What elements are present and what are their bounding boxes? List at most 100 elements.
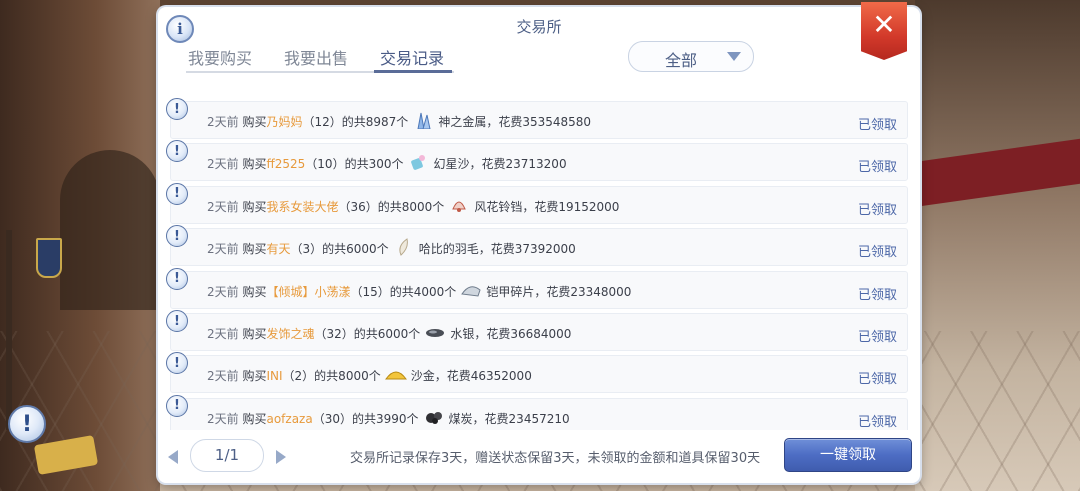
- record-cost: ，花费46352000: [434, 369, 532, 384]
- record-quantity: （3）的共6000个: [290, 242, 389, 257]
- record-status[interactable]: 已领取: [858, 326, 897, 345]
- feather-icon: [393, 237, 415, 256]
- next-page-icon[interactable]: [276, 450, 286, 464]
- record-time: 2天前: [207, 369, 239, 384]
- record-row: ! 2天前 购买我系女装大佬（36）的共8000个 风花铃铛，花费19152000 已…: [166, 182, 908, 224]
- record-row: ! 2天前 购买有天（3）的共6000个 哈比的羽毛，花费37392000 已领取: [166, 225, 908, 267]
- record-item: 风花铃铛: [474, 199, 523, 214]
- tab-buy[interactable]: 我要购买: [188, 45, 252, 69]
- record-seller: 发饰之魂: [266, 327, 315, 341]
- record-action: 购买: [242, 284, 267, 299]
- gold-sand-icon: [384, 365, 407, 383]
- record-status[interactable]: 已领取: [858, 114, 897, 133]
- record-item: 哈比的羽毛: [418, 242, 479, 257]
- close-icon: ✕: [872, 8, 896, 41]
- record-cost: ，花费19152000: [522, 199, 620, 214]
- claim-all-button[interactable]: 一键领取: [784, 438, 912, 472]
- alert-icon[interactable]: !: [166, 352, 188, 375]
- record-status[interactable]: 已领取: [858, 241, 897, 260]
- record-status[interactable]: 已领取: [858, 411, 897, 430]
- record-time: 2天前: [207, 284, 239, 299]
- tab-trade-records[interactable]: 交易记录: [380, 45, 444, 69]
- filter-dropdown[interactable]: 全部: [628, 41, 754, 72]
- record-quantity: （36）的共8000个: [338, 199, 445, 214]
- record-row: ! 2天前 购买乃妈妈（12）的共8987个 神之金属，花费353548580 已领取: [166, 98, 908, 139]
- tab-sell[interactable]: 我要出售: [284, 45, 348, 69]
- mercury-icon: [424, 323, 446, 341]
- record-quantity: （30）的共3990个: [312, 411, 419, 426]
- record-status[interactable]: 已领取: [858, 284, 897, 303]
- record-item: 水银: [450, 327, 475, 341]
- record-cost: ，花费36684000: [474, 327, 572, 341]
- chevron-down-icon: [727, 52, 741, 61]
- record-action: 购买: [242, 411, 267, 426]
- record-quantity: （15）的共4000个: [350, 284, 457, 299]
- record-text: 2天前 购买发饰之魂（32）的共6000个 水银，花费36684000: [207, 325, 571, 344]
- record-time: 2天前: [207, 199, 239, 214]
- crystal-icon: [412, 111, 434, 129]
- bell-icon: [448, 195, 470, 213]
- record-quantity: （10）的共300个: [305, 157, 404, 172]
- record-row: ! 2天前 购买ff2525（10）的共300个 幻星沙，花费23713200 已领取: [166, 140, 908, 182]
- alert-icon[interactable]: !: [166, 267, 188, 290]
- record-cost: ，花费37392000: [478, 242, 576, 257]
- armor-shard-icon: [460, 280, 482, 298]
- record-status[interactable]: 已领取: [858, 156, 897, 175]
- record-time: 2天前: [207, 157, 239, 172]
- titlebar: i 交易所: [158, 7, 920, 47]
- record-row: ! 2天前 购买发饰之魂（32）的共6000个 水银，花费36684000 已领取: [166, 310, 908, 351]
- record-list[interactable]: ! 2天前 购买乃妈妈（12）的共8987个 神之金属，花费353548580 已领取…: [166, 93, 912, 430]
- page-indicator: 1/1: [190, 439, 264, 472]
- record-text: 2天前 购买有天（3）的共6000个 哈比的羽毛，花费37392000: [207, 237, 576, 259]
- record-seller: INI: [266, 369, 283, 384]
- record-action: 购买: [242, 157, 267, 172]
- record-cost: ，花费23457210: [472, 411, 570, 426]
- record-status[interactable]: 已领取: [858, 368, 897, 387]
- banner-flag: [36, 238, 62, 278]
- record-quantity: （32）的共6000个: [314, 327, 421, 341]
- record-seller: 【倾城】小荡漾: [266, 284, 351, 299]
- record-cost: ，花费353548580: [486, 115, 592, 129]
- record-action: 购买: [242, 327, 267, 341]
- exchange-window: i 交易所 ✕ 我要购买 我要出售 交易记录 全部 ! 2天前 购买乃妈妈（12）…: [158, 2, 920, 483]
- record-item: 幻星沙: [433, 157, 470, 172]
- record-row: ! 2天前 购买【倾城】小荡漾（15）的共4000个 铠甲碎片，花费23348000…: [166, 267, 908, 309]
- record-text: 2天前 购买乃妈妈（12）的共8987个 神之金属，花费353548580: [207, 111, 592, 132]
- record-action: 购买: [242, 115, 267, 129]
- prev-page-icon[interactable]: [168, 450, 178, 464]
- alert-icon[interactable]: !: [166, 394, 188, 417]
- record-time: 2天前: [207, 411, 239, 426]
- coal-icon: [423, 407, 445, 425]
- record-quantity: （12）的共8987个: [302, 115, 409, 129]
- record-time: 2天前: [207, 115, 239, 129]
- record-time: 2天前: [207, 242, 239, 257]
- record-action: 购买: [242, 242, 267, 257]
- record-text: 2天前 购买我系女装大佬（36）的共8000个 风花铃铛，花费19152000: [207, 198, 619, 217]
- record-text: 2天前 购买ff2525（10）的共300个 幻星沙，花费23713200: [207, 153, 567, 174]
- alert-icon[interactable]: !: [166, 98, 188, 120]
- footer: 1/1 交易所记录保存3天，赠送状态保留3天，未领取的金额和道具保留30天 一键…: [158, 435, 920, 483]
- alert-icon[interactable]: !: [166, 140, 188, 163]
- tab-active-indicator: [374, 70, 452, 73]
- record-row: ! 2天前 购买INI（2）的共8000个 沙金，花费46352000 已领取: [166, 352, 908, 394]
- record-status[interactable]: 已领取: [858, 199, 897, 218]
- stardust-icon: [407, 153, 429, 171]
- alert-icon[interactable]: !: [166, 310, 188, 332]
- record-seller: 我系女装大佬: [266, 199, 339, 214]
- record-item: 煤炭: [448, 411, 473, 426]
- record-action: 购买: [242, 199, 267, 214]
- retention-notice: 交易所记录保存3天，赠送状态保留3天，未领取的金额和道具保留30天: [350, 451, 761, 466]
- record-item: 神之金属: [438, 115, 487, 129]
- filter-value: 全部: [664, 51, 697, 70]
- record-seller: ff2525: [266, 157, 306, 172]
- record-quantity: （2）的共8000个: [282, 369, 381, 384]
- record-text: 2天前 购买INI（2）的共8000个 沙金，花费46352000: [207, 367, 532, 386]
- alert-icon[interactable]: !: [166, 182, 188, 205]
- record-text: 2天前 购买【倾城】小荡漾（15）的共4000个 铠甲碎片，花费23348000: [207, 283, 631, 302]
- alert-icon[interactable]: !: [166, 225, 188, 248]
- record-cost: ，花费23348000: [534, 284, 632, 299]
- record-seller: aofzaza: [266, 411, 313, 426]
- close-button[interactable]: ✕: [861, 2, 907, 60]
- notification-icon[interactable]: !: [8, 405, 46, 443]
- record-seller: 乃妈妈: [266, 115, 303, 129]
